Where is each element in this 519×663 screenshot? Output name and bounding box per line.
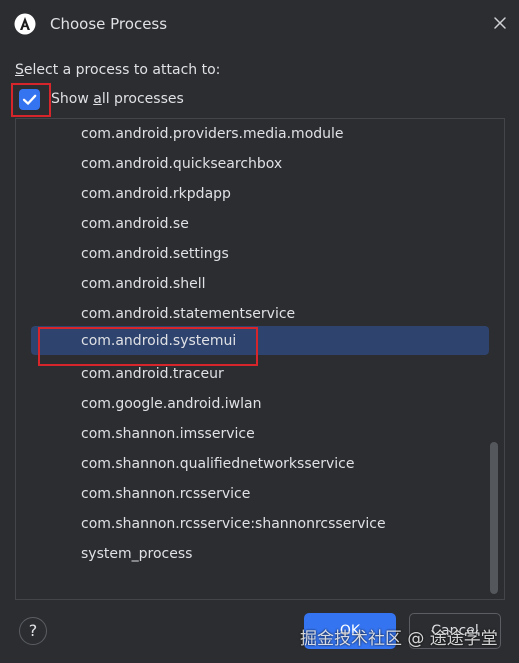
list-item[interactable]: com.shannon.rcsservice:shannonrcsservice <box>31 509 489 539</box>
list-item[interactable]: com.android.statementservice <box>31 299 489 329</box>
list-scrollbar[interactable] <box>490 442 498 594</box>
list-item[interactable]: com.android.settings <box>31 239 489 269</box>
help-button[interactable]: ? <box>19 617 47 645</box>
list-item[interactable]: com.shannon.qualifiednetworksservice <box>31 449 489 479</box>
list-item[interactable]: com.shannon.rcsservice <box>31 479 489 509</box>
selection-highlight-box <box>38 327 258 366</box>
list-item[interactable]: system_process <box>31 539 489 569</box>
list-item[interactable]: com.shannon.imsservice <box>31 419 489 449</box>
close-icon[interactable] <box>491 14 509 32</box>
list-item[interactable]: com.android.providers.media.module <box>31 119 489 149</box>
list-item[interactable]: com.android.se <box>31 209 489 239</box>
watermark: 掘金技术社区 @ 途途学堂 <box>300 629 498 649</box>
show-all-checkbox[interactable] <box>19 89 40 110</box>
checkmark-icon <box>22 94 37 105</box>
list-item[interactable]: com.android.quicksearchbox <box>31 149 489 179</box>
android-studio-icon <box>14 13 36 35</box>
dialog-title: Choose Process <box>50 15 168 33</box>
attach-prompt: Select a process to attach to: <box>15 62 221 78</box>
list-item[interactable]: com.google.android.iwlan <box>31 389 489 419</box>
show-all-label[interactable]: Show all processes <box>51 91 184 107</box>
list-item[interactable]: com.android.shell <box>31 269 489 299</box>
list-item[interactable]: com.android.rkpdapp <box>31 179 489 209</box>
title-bar: Choose Process <box>0 0 519 48</box>
